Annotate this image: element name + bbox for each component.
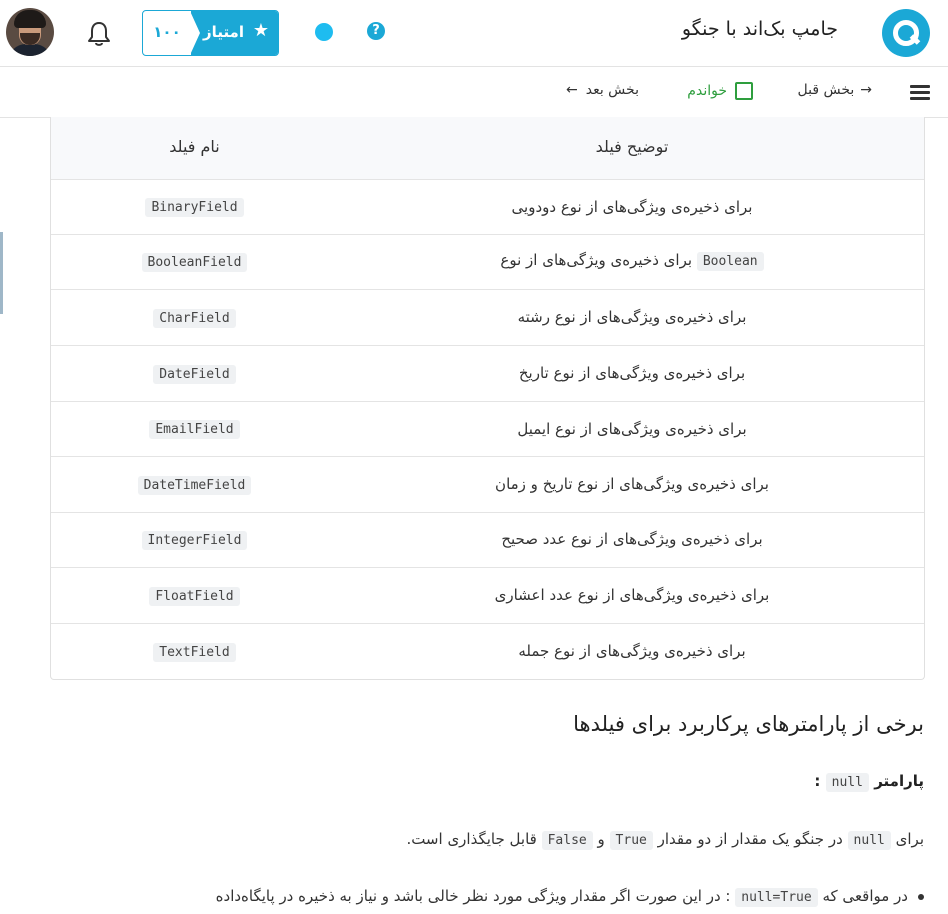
null-code: null bbox=[847, 831, 891, 850]
para-text: در جنگو یک مقدار از دو مقدار bbox=[657, 830, 843, 848]
list-item: در مواقعی که null=True : در این صورت اگر… bbox=[215, 887, 924, 907]
help-icon[interactable]: ? bbox=[367, 22, 385, 40]
para-text: و bbox=[597, 830, 605, 848]
quera-logo-icon[interactable] bbox=[882, 9, 930, 57]
prev-section-link[interactable]: → بخش قبل bbox=[798, 82, 873, 98]
score-value: ۱۰۰ bbox=[153, 23, 181, 41]
row-field-name: CharField bbox=[153, 309, 236, 328]
para-text: قابل جایگذاری است. bbox=[406, 830, 537, 848]
field-types-table: توضیح فیلد نام فیلد برای ذخیره‌ی ویژگی‌ه… bbox=[50, 117, 925, 680]
read-checkbox[interactable] bbox=[735, 82, 753, 100]
row-field-name: BooleanField bbox=[141, 253, 248, 272]
table-row: Boolean برای ذخیره‌ی ویژگی‌های از نوع Bo… bbox=[51, 235, 924, 290]
arrow-right-icon: → bbox=[860, 82, 872, 98]
param-label: پارامتر bbox=[874, 772, 924, 790]
bullet-text: : در این صورت اگر مقدار ویژگی مورد نظر خ… bbox=[215, 887, 731, 905]
read-label: خواندم bbox=[687, 83, 727, 99]
row-field-name: FloatField bbox=[149, 587, 240, 606]
row-description: برای ذخیره‌ی ویژگی‌های از نوع جمله bbox=[518, 642, 746, 660]
para-text: برای bbox=[895, 830, 924, 848]
header-name: نام فیلد bbox=[169, 137, 220, 156]
row-field-name: DateField bbox=[153, 365, 236, 384]
table-row: برای ذخیره‌ی ویژگی‌های از نوع رشته CharF… bbox=[51, 290, 924, 346]
top-header: جامپ بک‌اند با جنگو ? ۱۰۰ ★ امتیاز bbox=[0, 0, 948, 67]
row-description: برای ذخیره‌ی ویژگی‌های از نوع ایمیل bbox=[517, 420, 747, 438]
table-row: برای ذخیره‌ی ویژگی‌های از نوع ایمیل Emai… bbox=[51, 402, 924, 457]
star-icon: ★ bbox=[252, 20, 269, 41]
false-code: False bbox=[541, 831, 593, 850]
row-field-name: DateTimeField bbox=[137, 476, 252, 495]
hamburger-menu-icon[interactable] bbox=[910, 85, 930, 101]
scroll-indicator bbox=[0, 232, 3, 314]
status-dot-icon bbox=[315, 23, 333, 41]
table-row: برای ذخیره‌ی ویژگی‌های از نوع عدد اعشاری… bbox=[51, 568, 924, 624]
lesson-nav-bar: → بخش قبل خواندم بخش بعد ← bbox=[0, 68, 948, 118]
next-section-label: بخش بعد bbox=[585, 82, 639, 98]
arrow-left-icon: ← bbox=[566, 82, 578, 98]
row-description: برای ذخیره‌ی ویژگی‌های از نوع رشته bbox=[517, 308, 747, 326]
table-row: برای ذخیره‌ی ویژگی‌های از نوع عدد صحیح I… bbox=[51, 513, 924, 568]
row-field-name: IntegerField bbox=[141, 531, 248, 550]
row-field-name: TextField bbox=[153, 643, 236, 662]
prev-section-label: بخش قبل bbox=[797, 82, 855, 98]
row-field-name: EmailField bbox=[149, 420, 240, 439]
bell-icon[interactable] bbox=[86, 20, 112, 48]
null-true-code: null=True bbox=[735, 888, 818, 907]
row-field-name: BinaryField bbox=[145, 198, 244, 217]
next-section-link[interactable]: بخش بعد ← bbox=[566, 82, 639, 98]
table-row: برای ذخیره‌ی ویژگی‌های از نوع جمله TextF… bbox=[51, 624, 924, 679]
param-suffix: : bbox=[814, 772, 826, 790]
score-label: امتیاز bbox=[203, 23, 244, 41]
score-label-box: ★ امتیاز bbox=[190, 11, 278, 55]
row-description: Boolean برای ذخیره‌ی ویژگی‌های از نوع bbox=[338, 251, 924, 271]
table-row: برای ذخیره‌ی ویژگی‌های از نوع تاریخ و زم… bbox=[51, 457, 924, 513]
bullet-dot-icon bbox=[918, 893, 924, 900]
app-title: جامپ بک‌اند با جنگو bbox=[681, 18, 838, 40]
paragraph-null: برای null در جنگو یک مقدار از دو مقدار T… bbox=[406, 830, 924, 850]
mark-read-toggle[interactable]: خواندم bbox=[687, 82, 753, 100]
true-code: True bbox=[609, 831, 653, 850]
row-description: برای ذخیره‌ی ویژگی‌های از نوع عدد صحیح bbox=[501, 530, 763, 548]
row-description: برای ذخیره‌ی ویژگی‌های از نوع تاریخ bbox=[518, 364, 746, 382]
param-code: null bbox=[825, 773, 869, 792]
row-description: برای ذخیره‌ی ویژگی‌های از نوع تاریخ و زم… bbox=[495, 475, 769, 493]
row-description-text: برای ذخیره‌ی ویژگی‌های از نوع bbox=[500, 251, 693, 269]
param-title: پارامتر null : bbox=[814, 772, 924, 792]
section-heading: برخی از پارامترهای پرکاربرد برای فیلدها bbox=[573, 712, 924, 736]
bullet-text: در مواقعی که bbox=[822, 887, 908, 905]
score-badge[interactable]: ۱۰۰ ★ امتیاز bbox=[142, 10, 279, 56]
user-avatar[interactable] bbox=[6, 8, 54, 56]
header-description: توضیح فیلد bbox=[595, 137, 669, 156]
boolean-code: Boolean bbox=[696, 252, 764, 271]
table-row: برای ذخیره‌ی ویژگی‌های از نوع دودویی Bin… bbox=[51, 180, 924, 235]
table-row: برای ذخیره‌ی ویژگی‌های از نوع تاریخ Date… bbox=[51, 346, 924, 402]
row-description: برای ذخیره‌ی ویژگی‌های از نوع دودویی bbox=[511, 198, 753, 216]
row-description: برای ذخیره‌ی ویژگی‌های از نوع عدد اعشاری bbox=[494, 586, 770, 604]
table-header-row: توضیح فیلد نام فیلد bbox=[51, 117, 924, 180]
